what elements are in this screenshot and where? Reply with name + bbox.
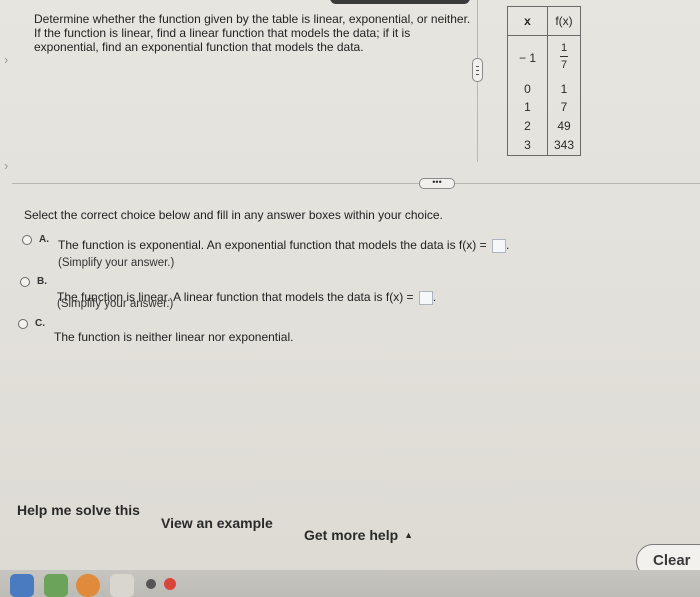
help-me-solve-this-link[interactable]: Help me solve this [17, 502, 140, 518]
choice-b-hint: (Simplify your answer.) [57, 298, 174, 310]
screen: › › Determine whether the function given… [0, 0, 700, 597]
get-more-help-label: Get more help [304, 527, 399, 543]
view-an-example-link[interactable]: View an example [161, 515, 273, 531]
period: . [505, 238, 510, 252]
calendar-icon[interactable] [110, 574, 134, 597]
table-cell-fx: 343 [553, 138, 575, 152]
table-cell-x: 2 [524, 119, 531, 133]
question-line: If the function is linear, find a linear… [34, 26, 411, 40]
chevron-right-icon[interactable]: › [4, 53, 16, 66]
table-cell-x: 3 [524, 138, 531, 152]
chevron-right-icon[interactable]: › [4, 159, 16, 172]
fraction-bar [560, 56, 568, 57]
period: . [432, 290, 437, 304]
instruction-text: Select the correct choice below and fill… [24, 208, 443, 222]
horizontal-divider [12, 183, 700, 184]
get-more-help-link[interactable]: Get more help ▲ [304, 527, 413, 543]
choice-a-radio[interactable] [22, 235, 32, 245]
question-text: Determine whether the function given by … [34, 12, 471, 54]
table-cell-fx-fraction: 1 7 [548, 42, 580, 71]
vertical-resize-handle[interactable] [472, 58, 483, 82]
choice-a-answer-box[interactable] [491, 238, 506, 253]
table-cell-fx: 49 [557, 119, 571, 133]
fraction-numerator: 1 [560, 42, 568, 54]
notification-badge-icon [164, 578, 176, 590]
table-cell-fx: 1 [560, 82, 568, 96]
question-line: exponential, find an exponential functio… [34, 40, 364, 54]
dot-icon [146, 579, 156, 589]
choice-b-letter: B. [37, 276, 47, 287]
photos-icon[interactable] [76, 574, 100, 597]
choice-b-answer-box[interactable] [418, 290, 433, 305]
horizontal-resize-handle[interactable]: ••• [419, 178, 455, 189]
table-cell-x: 0 [524, 82, 531, 96]
choice-a-text: The function is exponential. An exponent… [58, 238, 509, 253]
choice-c-text: The function is neither linear nor expon… [54, 330, 294, 344]
choice-a-letter: A. [39, 234, 49, 245]
dock [0, 570, 700, 597]
fraction-denominator: 7 [560, 59, 568, 71]
app-icon[interactable] [44, 574, 68, 597]
table-cell-fx: 7 [560, 100, 568, 114]
caret-up-icon: ▲ [404, 530, 414, 540]
table-header-x: x [524, 14, 531, 28]
choice-a-hint: (Simplify your answer.) [58, 257, 175, 269]
choice-a-label: The function is exponential. An exponent… [58, 238, 487, 252]
table-cell-x: − 1 [518, 51, 536, 65]
previous-question-tab[interactable] [330, 0, 470, 4]
choice-b-radio[interactable] [20, 277, 30, 287]
table-header-fx: f(x) [555, 14, 573, 28]
question-line: Determine whether the function given by … [34, 12, 471, 26]
data-table: x f(x) − 1 1 7 0 1 1 7 2 49 3 343 [507, 6, 581, 156]
choice-c-letter: C. [35, 318, 45, 329]
app-icon[interactable] [10, 574, 34, 597]
choice-c-radio[interactable] [18, 319, 28, 329]
table-cell-x: 1 [524, 100, 531, 114]
